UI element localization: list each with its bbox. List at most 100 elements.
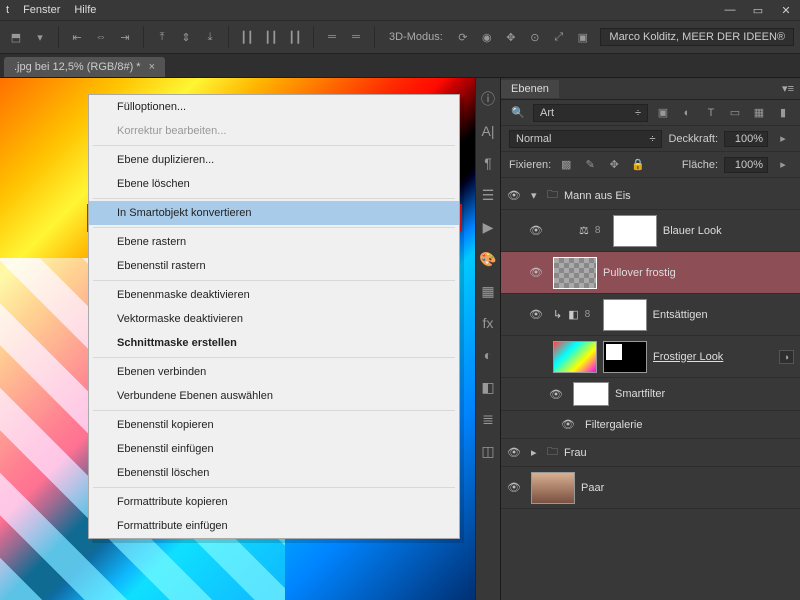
context-menu-item[interactable]: Ebenenmaske deaktivieren [89, 283, 459, 307]
filter-type-icon[interactable]: T [702, 104, 720, 122]
panel-icon[interactable]: ☰ [479, 186, 497, 204]
panel-menu-icon[interactable]: ▾≡ [776, 82, 800, 95]
opacity-field[interactable]: 100% [724, 131, 768, 147]
align-icon[interactable]: ⤒ [152, 27, 172, 47]
visibility-icon[interactable]: 👁 [507, 189, 525, 202]
3d-icon[interactable]: ◉ [477, 27, 497, 47]
info-panel-icon[interactable]: ⓘ [479, 90, 497, 108]
close-button[interactable]: ✕ [772, 0, 800, 20]
character-panel-icon[interactable]: A| [479, 122, 497, 140]
layer-row[interactable]: 👁 Frostiger Look ◑ [501, 336, 800, 378]
layer-name[interactable]: Pullover frostig [603, 267, 676, 279]
layer-thumb[interactable] [531, 472, 575, 504]
context-menu-item[interactable]: Formattribute kopieren [89, 490, 459, 514]
context-menu-item[interactable]: Vektormaske deaktivieren [89, 307, 459, 331]
layer-mask-thumb[interactable] [613, 215, 657, 247]
tool-icon[interactable]: ⬒ [6, 27, 26, 47]
layer-name[interactable]: Entsättigen [653, 309, 708, 321]
context-menu-item[interactable]: Ebene löschen [89, 172, 459, 196]
filter-mask-thumb[interactable] [573, 382, 609, 406]
3d-icon[interactable]: ⟳ [453, 27, 473, 47]
user-badge[interactable]: Marco Kolditz, MEER DER IDEEN® [600, 28, 794, 46]
context-menu-item[interactable]: Ebenenstil einfügen [89, 437, 459, 461]
layer-thumb[interactable] [553, 341, 597, 373]
search-icon[interactable]: 🔍 [509, 104, 527, 122]
smart-filters-row[interactable]: 👁 Smartfilter [501, 378, 800, 411]
filter-kind-select[interactable]: Art÷ [533, 104, 648, 122]
layer-row[interactable]: 👁 Paar [501, 467, 800, 509]
maximize-button[interactable]: ▭ [744, 0, 772, 20]
context-menu-item[interactable]: Formattribute einfügen [89, 514, 459, 538]
align-icon[interactable]: ⇕ [176, 27, 196, 47]
lock-all-icon[interactable]: 🔒 [629, 156, 647, 174]
play-icon[interactable]: ▶ [479, 218, 497, 236]
3d-icon[interactable]: ✥ [501, 27, 521, 47]
align-icon[interactable]: ⇥ [115, 27, 135, 47]
context-menu-item[interactable]: Ebene duplizieren... [89, 148, 459, 172]
visibility-icon[interactable]: 👁 [507, 481, 525, 494]
layer-name[interactable]: Frostiger Look [653, 351, 723, 363]
visibility-icon[interactable]: 👁 [549, 388, 567, 401]
distribute-icon[interactable]: ┃┃ [237, 27, 257, 47]
context-menu-item[interactable]: In Smartobjekt konvertieren [89, 201, 459, 225]
expand-icon[interactable]: ▸ [531, 446, 541, 459]
menu-fenster[interactable]: Fenster [23, 4, 60, 16]
menu-hilfe[interactable]: Hilfe [74, 4, 96, 16]
visibility-icon[interactable]: 👁 [529, 308, 547, 321]
filter-shape-icon[interactable]: ▭ [726, 104, 744, 122]
lock-brush-icon[interactable]: ✎ [581, 156, 599, 174]
context-menu-item[interactable]: Schnittmaske erstellen [89, 331, 459, 355]
document-tab[interactable]: .jpg bei 12,5% (RGB/8#) * × [4, 57, 165, 77]
visibility-icon[interactable]: 👁 [529, 266, 547, 279]
distribute-icon[interactable]: ┃┃ [261, 27, 281, 47]
tab-close-icon[interactable]: × [149, 61, 155, 73]
layer-mask-thumb[interactable] [603, 341, 647, 373]
blend-mode-select[interactable]: Normal÷ [509, 130, 662, 148]
context-menu-item[interactable]: Ebenenstil löschen [89, 461, 459, 485]
context-menu-item[interactable]: Verbundene Ebenen auswählen [89, 384, 459, 408]
chevron-down-icon[interactable]: ▸ [774, 130, 792, 148]
layer-thumb[interactable] [553, 257, 597, 289]
filter-name[interactable]: Filtergalerie [585, 419, 642, 431]
context-menu-item[interactable]: Fülloptionen... [89, 95, 459, 119]
color-panel-icon[interactable]: 🎨 [479, 250, 497, 268]
menu-item[interactable]: t [6, 4, 9, 16]
panel-icon[interactable]: ◧ [479, 378, 497, 396]
lock-transparency-icon[interactable]: ▩ [557, 156, 575, 174]
visibility-icon[interactable]: 👁 [561, 418, 579, 431]
visibility-icon[interactable]: 👁 [507, 446, 525, 459]
history-panel-icon[interactable]: ≣ [479, 410, 497, 428]
lock-move-icon[interactable]: ✥ [605, 156, 623, 174]
tab-ebenen[interactable]: Ebenen [501, 80, 559, 98]
layer-row-selected[interactable]: 👁 Pullover frostig [501, 252, 800, 294]
context-menu-item[interactable]: Ebenenstil kopieren [89, 413, 459, 437]
paragraph-panel-icon[interactable]: ¶ [479, 154, 497, 172]
align-icon[interactable]: ⤓ [200, 27, 220, 47]
dropdown-icon[interactable]: ▾ [30, 27, 50, 47]
layer-name[interactable]: Frau [564, 447, 587, 459]
3d-icon[interactable]: ▣ [573, 27, 593, 47]
context-menu-item[interactable]: Ebenen verbinden [89, 360, 459, 384]
layer-row[interactable]: 👁 ↳ ◧ 8 Entsättigen [501, 294, 800, 336]
distribute-icon[interactable]: ┃┃ [285, 27, 305, 47]
distribute-icon[interactable]: ═ [346, 27, 366, 47]
align-icon[interactable]: ⇤ [67, 27, 87, 47]
expand-icon[interactable]: ▾ [531, 189, 541, 202]
layer-row[interactable]: 👁 ⚖ 8 Blauer Look [501, 210, 800, 252]
styles-panel-icon[interactable]: fx [479, 314, 497, 332]
navigator-panel-icon[interactable]: ◫ [479, 442, 497, 460]
filter-pixel-icon[interactable]: ▣ [654, 104, 672, 122]
fill-field[interactable]: 100% [724, 157, 768, 173]
filter-row[interactable]: 👁 Filtergalerie [501, 411, 800, 439]
context-menu-item[interactable]: Ebenenstil rastern [89, 254, 459, 278]
layer-group[interactable]: 👁 ▾ 🗀 Mann aus Eis [501, 182, 800, 210]
3d-icon[interactable]: ⊙ [525, 27, 545, 47]
layer-name[interactable]: Blauer Look [663, 225, 722, 237]
3d-icon[interactable]: ⤢ [549, 27, 569, 47]
adjustments-panel-icon[interactable]: ◐ [479, 346, 497, 364]
distribute-icon[interactable]: ═ [322, 27, 342, 47]
context-menu-item[interactable]: Ebene rastern [89, 230, 459, 254]
layer-name[interactable]: Paar [581, 482, 604, 494]
align-icon[interactable]: ⇔ [91, 27, 111, 47]
chevron-down-icon[interactable]: ▸ [774, 156, 792, 174]
